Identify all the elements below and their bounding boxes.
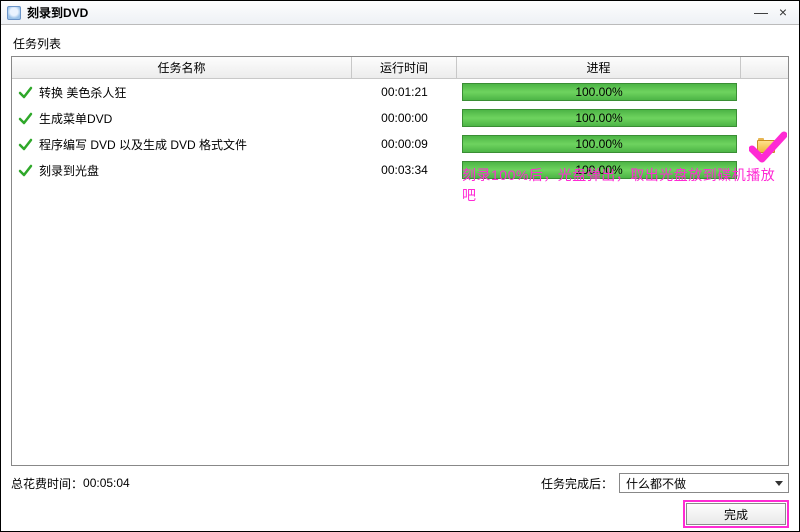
task-time-cell: 00:01:21 (352, 85, 457, 99)
content-area: 任务列表 任务名称 运行时间 进程 转换 美色杀人狂 00:01:21 100.00… (1, 25, 799, 531)
window-title: 刻录到DVD (27, 4, 749, 21)
done-button[interactable]: 完成 (686, 503, 786, 525)
chevron-down-icon (770, 474, 788, 492)
task-extra-cell (741, 138, 788, 151)
task-time-cell: 00:00:09 (352, 137, 457, 151)
progress-bar: 100.00% (462, 135, 737, 153)
progress-text: 100.00% (575, 111, 622, 125)
footer-row-1: 总花费时间： 00:05:04 任务完成后： 什么都不做 (11, 472, 789, 494)
progress-text: 100.00% (575, 85, 622, 99)
table-row[interactable]: 转换 美色杀人狂 00:01:21 100.00% (12, 79, 788, 105)
task-list-pane: 任务名称 运行时间 进程 转换 美色杀人狂00:01:21100.00%生成菜单… (11, 56, 789, 466)
task-progress-cell: 100.00% (457, 83, 741, 101)
table-row[interactable]: 刻录到光盘 00:03:34 100.00% (12, 157, 788, 183)
check-icon (18, 163, 33, 178)
close-button[interactable]: × (773, 5, 793, 21)
task-name-cell: 转换 美色杀人狂 (12, 84, 352, 101)
task-list-label: 任务列表 (13, 35, 789, 52)
progress-bar: 100.00% (462, 161, 737, 179)
check-icon (18, 137, 33, 152)
task-name: 转换 美色杀人狂 (39, 84, 126, 101)
column-header-progress[interactable]: 进程 (457, 57, 741, 78)
done-button-highlight: 完成 (683, 500, 789, 528)
task-name-cell: 生成菜单DVD (12, 110, 352, 127)
progress-text: 100.00% (575, 163, 622, 177)
footer-row-2: 完成 (11, 500, 789, 528)
task-rows: 转换 美色杀人狂 00:01:21 100.00% 生成菜单DVD 00:00:00 10… (12, 79, 788, 183)
total-time-label: 总花费时间： (11, 475, 83, 492)
table-row[interactable]: 程序编写 DVD 以及生成 DVD 格式文件 00:00:09 100.00% (12, 131, 788, 157)
after-complete-label: 任务完成后： (541, 475, 613, 492)
check-icon (18, 85, 33, 100)
done-button-label: 完成 (724, 506, 748, 523)
task-progress-cell: 100.00% (457, 109, 741, 127)
after-complete-value: 什么都不做 (620, 475, 770, 492)
progress-bar: 100.00% (462, 83, 737, 101)
column-header-extra[interactable] (741, 57, 788, 78)
progress-text: 100.00% (575, 137, 622, 151)
task-list-header: 任务名称 运行时间 进程 (12, 57, 788, 79)
check-icon (18, 111, 33, 126)
total-time-value: 00:05:04 (83, 476, 130, 490)
folder-icon[interactable] (757, 138, 773, 151)
column-header-name[interactable]: 任务名称 (12, 57, 352, 78)
task-name-cell: 刻录到光盘 (12, 162, 352, 179)
table-row[interactable]: 生成菜单DVD 00:00:00 100.00% (12, 105, 788, 131)
minimize-button[interactable]: — (751, 5, 771, 21)
column-header-time[interactable]: 运行时间 (352, 57, 457, 78)
progress-bar: 100.00% (462, 109, 737, 127)
task-progress-cell: 100.00% (457, 135, 741, 153)
task-name: 刻录到光盘 (39, 162, 99, 179)
task-time-cell: 00:00:00 (352, 111, 457, 125)
task-name: 程序编写 DVD 以及生成 DVD 格式文件 (39, 136, 247, 153)
task-name: 生成菜单DVD (39, 110, 112, 127)
after-complete-select[interactable]: 什么都不做 (619, 473, 789, 493)
task-name-cell: 程序编写 DVD 以及生成 DVD 格式文件 (12, 136, 352, 153)
app-icon (7, 6, 21, 20)
titlebar: 刻录到DVD — × (1, 1, 799, 25)
task-progress-cell: 100.00% (457, 161, 741, 179)
task-time-cell: 00:03:34 (352, 163, 457, 177)
